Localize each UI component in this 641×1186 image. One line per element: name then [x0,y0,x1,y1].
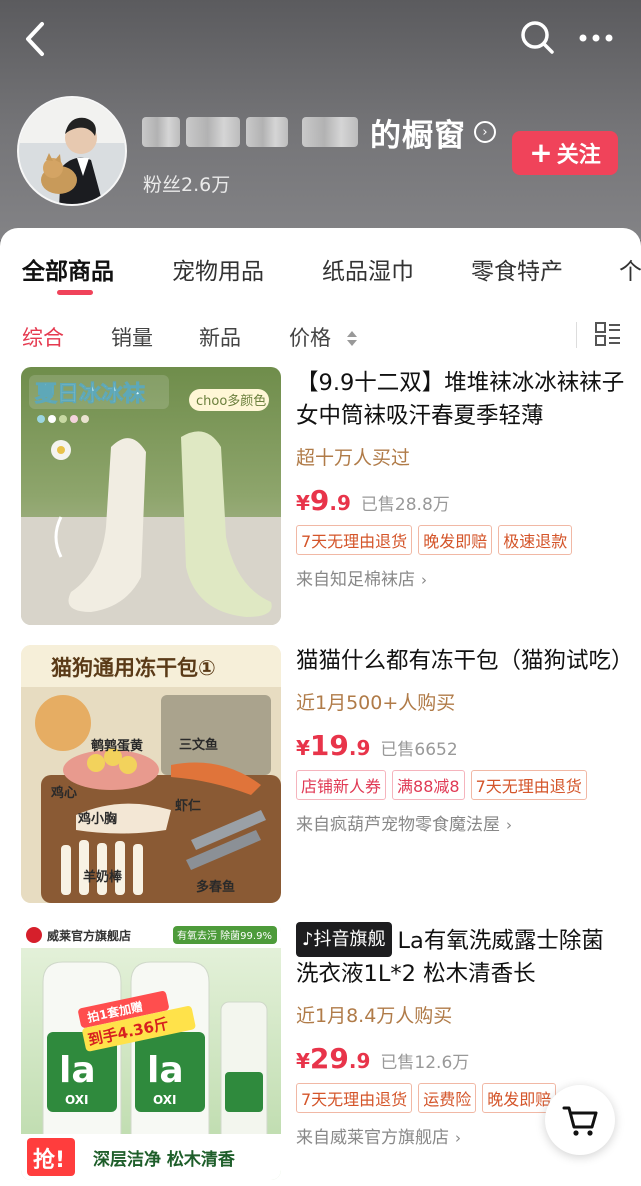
chevron-right-icon: › [506,816,512,834]
image-banner-text: 夏日冰冰袜 [35,381,145,407]
category-tabs: 全部商品 宠物用品 纸品湿巾 零食特产 个 [0,228,641,306]
service-tag: 7天无理由退货 [296,525,413,555]
sort-price[interactable]: 价格 [289,322,358,352]
image-label: 多春鱼 [196,879,235,895]
blurred-name-part [142,117,180,147]
image-oxi-text: OXI [153,1093,177,1107]
blurred-name-part [186,117,240,147]
image-claim-text: 有氧去污 除菌99.9% [177,929,272,942]
sales-hint: 超十万人买过 [296,447,411,469]
chevron-right-icon: › [455,1129,461,1147]
product-panel: 全部商品 宠物用品 纸品湿巾 零食特产 个 综合 销量 新品 价格 夏日冰冰袜 … [0,228,641,1186]
store-header: 的橱窗 › 粉丝2.6万 + 关注 [0,0,641,240]
blurred-name-part [246,117,288,147]
tab-snacks[interactable]: 零食特产 [471,252,563,286]
service-tag: 运费险 [418,1083,477,1113]
image-store-text: 威莱官方旗舰店 [47,928,131,943]
price: ¥9.9 [296,484,351,517]
price-row: ¥29.9 已售12.6万 [296,1042,626,1075]
price: ¥29.9 [296,1042,371,1075]
service-tags: 店铺新人券 满88减8 7天无理由退货 [296,770,626,800]
chevron-right-icon[interactable]: › [474,121,496,143]
product-info: 【9.9十二双】堆堆袜冰冰袜袜子女中筒袜吸汗春夏季轻薄 超十万人买过 ¥9.9 … [296,367,626,590]
image-brand-text: la [59,1050,96,1091]
product-image[interactable]: 夏日冰冰袜 choo多颜色 [21,367,281,625]
image-label: 虾仁 [175,798,201,814]
product-card[interactable]: 夏日冰冰袜 choo多颜色 【9.9十二双】堆堆袜冰冰袜袜子女中筒袜吸汗春夏季轻… [0,367,641,629]
sort-sales[interactable]: 销量 [111,322,153,352]
fans-count: 粉丝2.6万 [143,174,231,196]
price-row: ¥9.9 已售28.8万 [296,484,626,517]
avatar[interactable] [17,96,127,206]
price-row: ¥19.9 已售6652 [296,729,626,762]
service-tag: 晚发即赔 [418,525,493,555]
service-tag: 7天无理由退货 [470,770,587,800]
cart-button[interactable] [545,1085,615,1155]
service-tag: 晚发即赔 [482,1083,557,1113]
product-title[interactable]: 猫猫什么都有冻干包（猫狗试吃） [296,645,634,678]
tab-pet-supplies[interactable]: 宠物用品 [172,252,264,286]
coupon-tag[interactable]: 满88减8 [392,770,465,800]
product-image[interactable]: 威莱官方旗舰店 有氧去污 除菌99.9% la la OXI OXI 拍1套加赠… [21,922,281,1180]
tab-paper-wipes[interactable]: 纸品湿巾 [322,252,414,286]
plus-icon: + [529,136,553,169]
service-tags: 7天无理由退货 晚发即赔 极速退款 [296,525,626,555]
image-label: 鸡小胸 [77,811,117,827]
service-tag: 7天无理由退货 [296,1083,413,1113]
sort-comprehensive[interactable]: 综合 [22,322,64,352]
image-brand-text: la [147,1050,184,1091]
sold-count: 已售28.8万 [360,495,450,515]
image-grab-text: 抢! [33,1147,65,1173]
shop-link[interactable]: 来自知足棉袜店 › [296,565,626,590]
sales-hint: 近1月8.4万人购买 [296,1005,453,1027]
image-label: 鹌鹑蛋黄 [90,738,143,754]
tab-more[interactable]: 个 [619,252,641,286]
sales-hint: 近1月500+人购买 [296,692,456,714]
active-tab-indicator [57,290,93,295]
product-card[interactable]: 猫狗通用冻干包① 鹌鹑蛋黄 三文鱼 鸡心 虾仁 鸡小胸 羊奶棒 多春鱼 猫猫什么… [0,645,641,907]
follow-label: 关注 [556,143,601,168]
blurred-name-part [302,117,358,147]
coupon-tag[interactable]: 店铺新人券 [296,770,387,800]
divider [576,322,577,348]
image-oxi-text: OXI [65,1093,89,1107]
douyin-icon: ♪ [302,929,314,950]
more-options-icon[interactable] [574,18,618,58]
list-layout-icon[interactable] [594,320,622,348]
back-arrow-icon[interactable] [18,18,54,60]
cart-icon [562,1106,598,1136]
sort-price-label: 价格 [289,326,331,350]
price: ¥19.9 [296,729,371,762]
douyin-flagship-badge: ♪ 抖音旗舰 [296,922,392,957]
store-name-row[interactable]: 的橱窗 › [142,110,496,154]
image-label: 鸡心 [50,785,77,801]
image-label: 三文鱼 [179,737,218,753]
search-icon[interactable] [518,18,558,58]
product-title[interactable]: ♪ 抖音旗舰 La有氧洗威露士除菌洗衣液1L*2 松木清香长 [296,922,626,991]
shop-link[interactable]: 来自疯葫芦宠物零食魔法屋 › [296,810,626,835]
sort-arrows-icon [346,329,358,349]
image-slogan-text: 深层洁净 松木清香 [93,1149,235,1170]
product-title[interactable]: 【9.9十二双】堆堆袜冰冰袜袜子女中筒袜吸汗春夏季轻薄 [296,367,626,433]
image-label: 羊奶棒 [83,869,123,885]
sold-count: 已售6652 [380,740,458,760]
sort-new[interactable]: 新品 [199,322,241,352]
store-name: 的橱窗 [370,117,466,154]
tab-all-products[interactable]: 全部商品 [22,252,114,286]
chevron-right-icon: › [421,571,427,589]
image-banner-text: 猫狗通用冻干包① [51,656,216,680]
sort-bar: 综合 销量 新品 价格 [0,310,641,358]
product-image[interactable]: 猫狗通用冻干包① 鹌鹑蛋黄 三文鱼 鸡心 虾仁 鸡小胸 羊奶棒 多春鱼 [21,645,281,903]
service-tag: 极速退款 [498,525,573,555]
product-info: 猫猫什么都有冻干包（猫狗试吃） 近1月500+人购买 ¥19.9 已售6652 … [296,645,634,835]
image-colors-text: choo多颜色 [196,393,266,409]
sold-count: 已售12.6万 [380,1053,470,1073]
follow-button[interactable]: + 关注 [512,131,618,175]
product-card[interactable]: 威莱官方旗舰店 有氧去污 除菌99.9% la la OXI OXI 拍1套加赠… [0,922,641,1184]
